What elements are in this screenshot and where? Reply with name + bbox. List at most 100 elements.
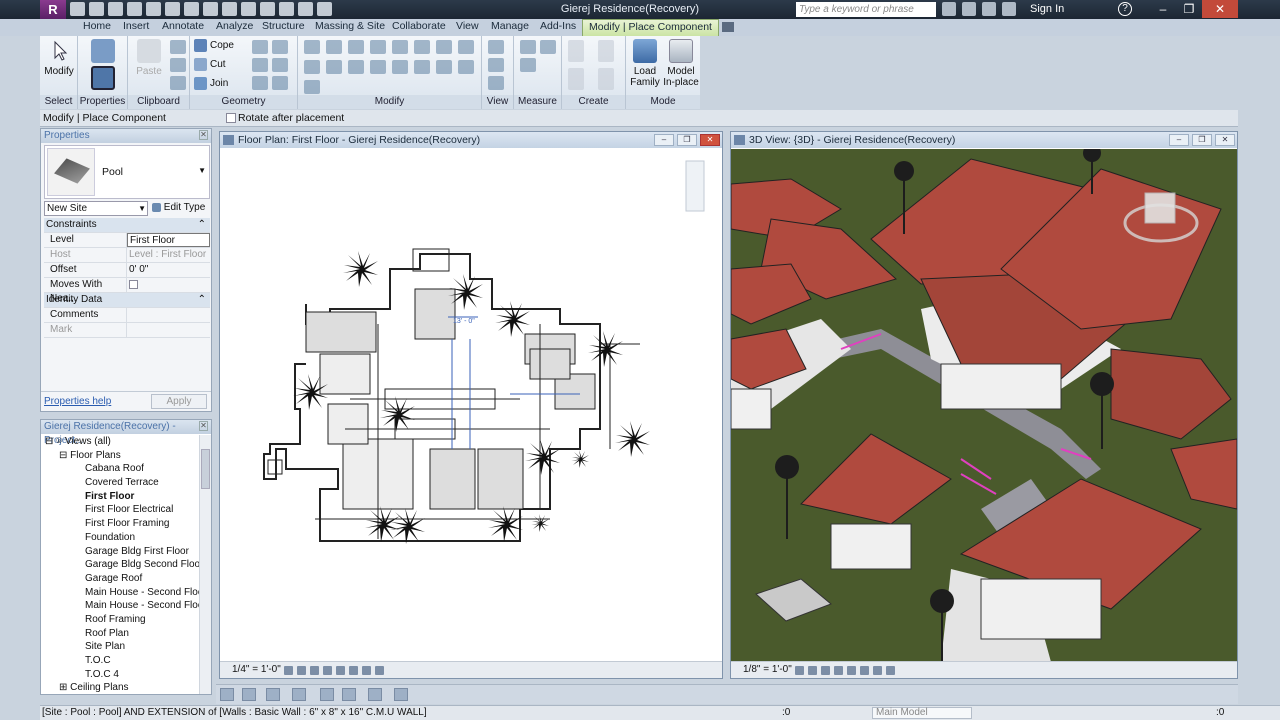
tab-view[interactable]: View — [456, 20, 479, 32]
detail-level-icon[interactable] — [795, 666, 804, 675]
list-item-selected[interactable]: First Floor — [41, 490, 199, 504]
apply-button[interactable]: Apply — [151, 394, 207, 409]
close-icon[interactable] — [394, 688, 408, 701]
close-button[interactable]: ✕ — [1202, 0, 1238, 18]
design-options-select[interactable]: Main Model — [872, 707, 972, 719]
text-icon[interactable] — [222, 2, 237, 16]
align-icon[interactable] — [304, 40, 320, 54]
minimize-button[interactable]: – — [1150, 0, 1176, 18]
join-button[interactable]: Join — [194, 77, 228, 90]
list-item[interactable]: Garage Bldg Second Floor — [41, 558, 199, 572]
reveal-hidden-icon[interactable] — [375, 666, 384, 675]
trim-icon[interactable] — [370, 60, 386, 74]
cope-button[interactable]: Cope — [194, 39, 234, 52]
rendering-icon[interactable] — [847, 666, 856, 675]
mirror-draw-icon[interactable] — [370, 40, 386, 54]
unjoin-icon[interactable] — [272, 76, 288, 90]
maximize-icon[interactable] — [266, 688, 280, 701]
visual-style-icon[interactable] — [297, 666, 306, 675]
moves-with-checkbox-cell[interactable] — [127, 278, 210, 292]
tab-structure[interactable]: Structure — [262, 20, 305, 32]
list-item[interactable]: Roof Plan — [41, 627, 199, 641]
list-item[interactable]: First Floor Electrical — [41, 503, 199, 517]
sync-icon[interactable] — [108, 2, 123, 16]
group-constraints[interactable]: Constraints ⌃ — [44, 218, 210, 233]
move-icon[interactable] — [304, 60, 320, 74]
help-icon[interactable]: ? — [1118, 2, 1132, 16]
minimize-view-button[interactable]: – — [654, 134, 674, 146]
restore-view-button[interactable]: ❐ — [677, 134, 697, 146]
tab-annotate[interactable]: Annotate — [162, 20, 204, 32]
tab-insert[interactable]: Insert — [123, 20, 149, 32]
trim-multiple-icon[interactable] — [414, 60, 430, 74]
restore-icon[interactable] — [342, 688, 356, 701]
minimized-view-icon[interactable] — [220, 688, 234, 701]
visual-style-icon[interactable] — [808, 666, 817, 675]
list-item[interactable]: T.O.C 4 — [41, 668, 199, 682]
linework-icon[interactable] — [488, 76, 504, 90]
delete-icon[interactable] — [304, 80, 320, 94]
undo-icon[interactable] — [127, 2, 142, 16]
split-face-icon[interactable] — [272, 40, 288, 54]
list-item[interactable]: First Floor Framing — [41, 517, 199, 531]
open-icon[interactable] — [70, 2, 85, 16]
demolish-icon[interactable] — [272, 58, 288, 72]
paste-button[interactable]: Paste — [132, 39, 166, 77]
load-family-button[interactable]: Load Family — [628, 39, 662, 88]
modify-button[interactable]: Modify — [42, 39, 76, 77]
cut-geometry-button[interactable]: Cut — [194, 58, 226, 71]
close-hidden-icon[interactable] — [298, 2, 313, 16]
create-group-icon[interactable] — [598, 40, 614, 62]
properties-button[interactable] — [88, 66, 118, 93]
offset-value[interactable]: 0' 0" — [127, 263, 210, 277]
pin-icon[interactable] — [436, 40, 452, 54]
browser-scrollbar[interactable] — [199, 435, 211, 694]
tab-home[interactable]: Home — [83, 20, 111, 32]
3d-view-icon[interactable] — [241, 2, 256, 16]
tree-node-views[interactable]: ⊟ ⌾ Views (all) — [41, 435, 199, 449]
restore-view-button[interactable]: ❐ — [1192, 134, 1212, 146]
moves-with-checkbox[interactable] — [129, 280, 138, 289]
scale-icon[interactable] — [458, 60, 474, 74]
binoculars-icon[interactable] — [942, 2, 956, 16]
scroll-thumb[interactable] — [201, 449, 210, 489]
rotate-icon[interactable] — [348, 60, 364, 74]
tab-manage[interactable]: Manage — [491, 20, 529, 32]
override-graphics-icon[interactable] — [488, 58, 504, 72]
detail-level-icon[interactable] — [284, 666, 293, 675]
unpin-icon[interactable] — [458, 40, 474, 54]
show-crop-icon[interactable] — [873, 666, 882, 675]
split-icon[interactable] — [392, 40, 408, 54]
type-properties-button[interactable] — [88, 39, 118, 66]
offset-icon[interactable] — [326, 40, 342, 54]
comments-value[interactable] — [127, 308, 210, 322]
section-icon[interactable] — [260, 2, 275, 16]
properties-help-link[interactable]: Properties help — [44, 396, 111, 407]
level-value[interactable]: First Floor — [127, 233, 210, 247]
crop-view-icon[interactable] — [860, 666, 869, 675]
minimized-view-icon[interactable] — [320, 688, 334, 701]
redo-icon[interactable] — [146, 2, 161, 16]
create-assembly-icon[interactable] — [568, 68, 584, 90]
tab-analyze[interactable]: Analyze — [216, 20, 253, 32]
aligned-dimension-icon[interactable] — [520, 58, 536, 72]
navigation-bar[interactable] — [685, 160, 705, 212]
type-selector[interactable]: Pool ▼ — [44, 145, 210, 199]
copy-modify-icon[interactable] — [326, 60, 342, 74]
crop-view-icon[interactable] — [336, 666, 345, 675]
beam-icon[interactable] — [252, 76, 268, 90]
lock-view-icon[interactable] — [886, 666, 895, 675]
switch-windows-icon[interactable] — [317, 2, 332, 16]
create-similar-icon[interactable] — [598, 68, 614, 90]
edit-type-button[interactable]: Edit Type — [152, 202, 205, 213]
view-scale[interactable]: 1/4" = 1'-0" — [232, 662, 281, 678]
sign-in-link[interactable]: Sign In — [1030, 3, 1064, 15]
trim-single-icon[interactable] — [392, 60, 408, 74]
thin-lines-icon[interactable] — [279, 2, 294, 16]
array-icon[interactable] — [436, 60, 452, 74]
create-parts-icon[interactable] — [568, 40, 584, 62]
temporary-hide-icon[interactable] — [362, 666, 371, 675]
search-input[interactable]: Type a keyword or phrase — [796, 2, 936, 17]
list-item[interactable]: Cabana Roof — [41, 462, 199, 476]
sun-path-icon[interactable] — [310, 666, 319, 675]
